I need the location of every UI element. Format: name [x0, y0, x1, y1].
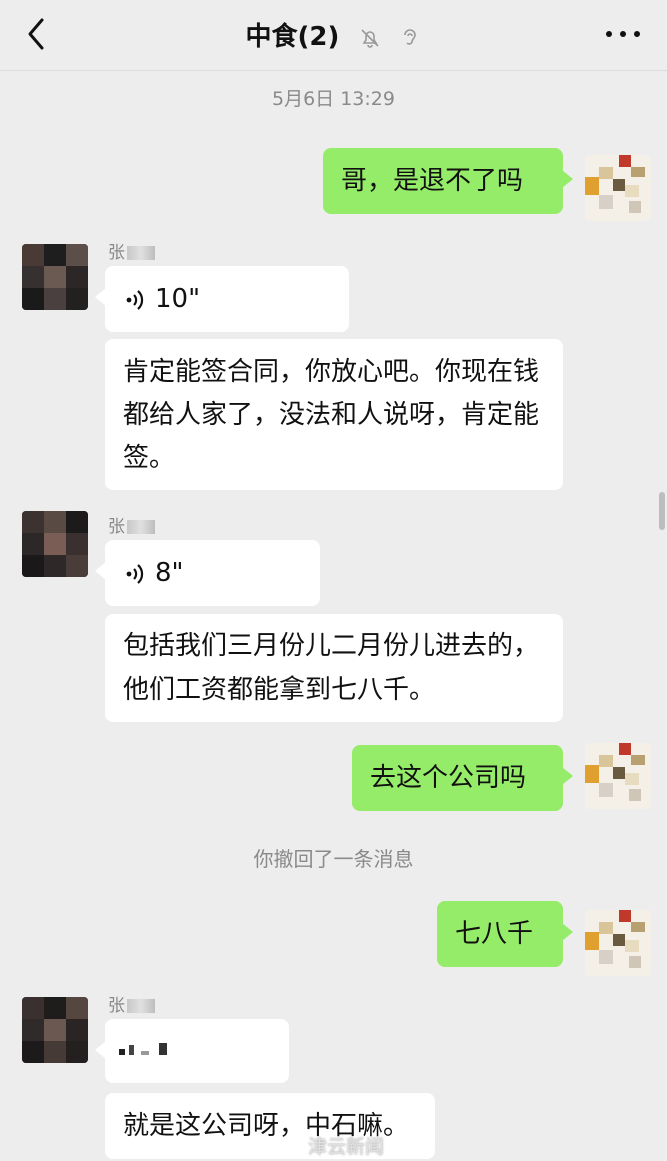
self-avatar[interactable] — [585, 910, 651, 976]
more-options-icon[interactable] — [603, 22, 643, 46]
chat-header: 中食(2) — [0, 0, 667, 71]
message-bubble-contact[interactable]: 肯定能签合同，你放心吧。你现在钱都给人家了，没法和人说呀，肯定能签。 — [105, 339, 563, 490]
message-bubble-self[interactable]: 七八千 — [437, 901, 573, 967]
sender-name: 张 — [108, 238, 155, 263]
sender-name: 张 — [108, 512, 155, 537]
contact-avatar[interactable] — [22, 511, 88, 577]
voice-duration: 8" — [155, 558, 184, 588]
voice-wave-icon — [126, 289, 144, 310]
earpiece-icon — [404, 28, 417, 45]
message-bubble-contact[interactable]: 包括我们三月份儿二月份儿进去的，他们工资都能拿到七八千。 — [105, 614, 563, 722]
voice-duration: 10" — [155, 284, 201, 314]
message-bubble-contact[interactable]: 就是这公司呀，中石嘛。 — [105, 1093, 435, 1159]
chat-title-area[interactable]: 中食(2) — [0, 16, 667, 53]
self-avatar[interactable] — [585, 155, 651, 221]
sender-name: 张 — [108, 991, 155, 1016]
message-bubble-self[interactable]: 哥，是退不了吗 — [323, 148, 573, 214]
contact-avatar[interactable] — [22, 997, 88, 1063]
scrollbar[interactable] — [659, 492, 665, 530]
voice-message[interactable]: 8" — [95, 540, 320, 606]
contact-avatar[interactable] — [22, 244, 88, 310]
mute-bell-icon — [361, 28, 379, 48]
message-bubble-self[interactable]: 去这个公司吗 — [352, 745, 573, 811]
voice-message-blurred[interactable] — [95, 1019, 289, 1083]
voice-wave-icon — [119, 1043, 167, 1055]
watermark: 津云新闻 — [308, 1136, 385, 1158]
chat-title: 中食(2) — [245, 22, 340, 52]
recall-notice: 你撤回了一条消息 — [253, 847, 414, 871]
self-avatar[interactable] — [585, 743, 651, 809]
timestamp: 5月6日 13:29 — [272, 88, 395, 110]
voice-wave-icon — [126, 563, 144, 584]
voice-message[interactable]: 10" — [95, 266, 349, 332]
